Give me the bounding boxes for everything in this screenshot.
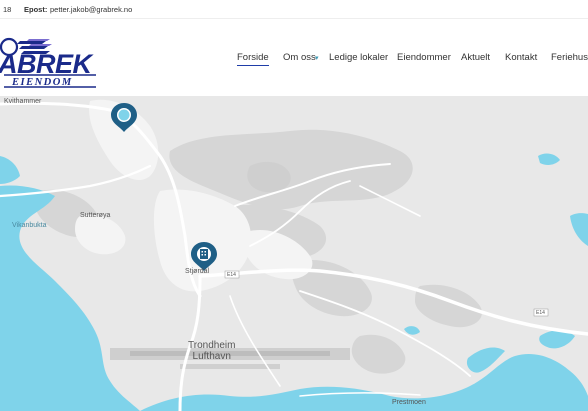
map-label-vikanbukta: Vikanbukta [12, 222, 47, 229]
nav-aktuelt[interactable]: Aktuelt [461, 52, 490, 63]
map-canvas[interactable] [0, 96, 588, 411]
phone-number-fragment: 18 [3, 5, 12, 14]
logo-subtitle: EIENDOM [11, 77, 73, 88]
nav-kontakt[interactable]: Kontakt [505, 52, 537, 63]
building-icon [200, 249, 208, 259]
nav-ledige-lokaler[interactable]: Ledige lokaler [329, 52, 388, 63]
map-label-kvithammer: Kvithammer [4, 98, 42, 105]
map-label-stjordal: Stjørdal [185, 268, 210, 275]
map-label-lufthavn: Lufthavn [192, 351, 231, 362]
map-label-prestmoen: Prestmoen [392, 399, 426, 406]
map-label-sutteroya: Sutterøya [80, 212, 111, 219]
map-label-trondheim: Trondheim [188, 340, 236, 351]
road-shield-e14-east: E14 [536, 310, 545, 316]
company-logo[interactable]: ABREK EIENDOM [0, 33, 100, 91]
email-link[interactable]: petter.jakob@grabrek.no [50, 5, 132, 14]
site-header: ABREK EIENDOM Forside Om oss ▾ Ledige lo… [0, 19, 588, 96]
email-label: Epost: [24, 5, 48, 14]
nav-forside[interactable]: Forside [237, 52, 269, 66]
map-label-airport: Trondheim Lufthavn [188, 340, 235, 362]
nav-om-oss[interactable]: Om oss [283, 52, 316, 63]
nav-eiendommer[interactable]: Eiendommer [397, 52, 451, 63]
map-view[interactable]: Kvithammer Stjørdal Sutterøya Vikanbukta… [0, 96, 588, 411]
logo-graphic: ABREK EIENDOM [0, 37, 96, 88]
road-shield-e14: E14 [227, 272, 236, 278]
nav-feriehus[interactable]: Feriehus G [551, 52, 588, 63]
top-info-bar: 18 Epost: petter.jakob@grabrek.no [0, 0, 588, 19]
chevron-down-icon[interactable]: ▾ [315, 54, 319, 62]
